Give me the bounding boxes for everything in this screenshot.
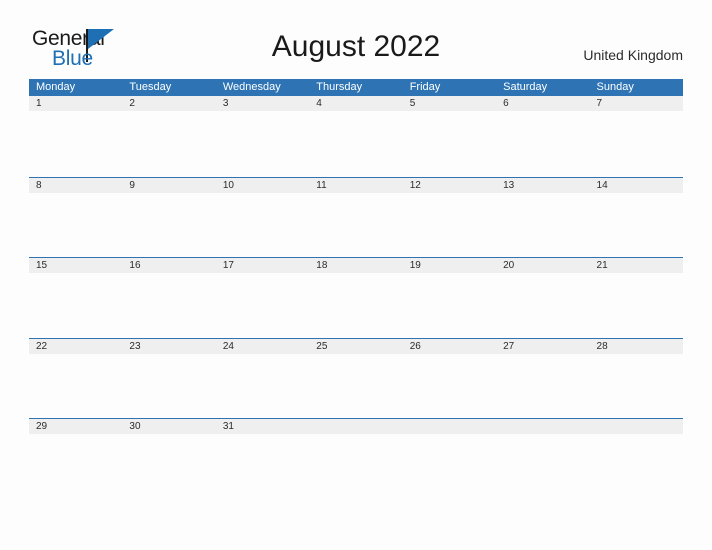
day-cell-empty [309, 419, 402, 434]
day-cell-empty [590, 419, 683, 434]
day-cell[interactable]: 14 [590, 178, 683, 193]
week-row: 1 2 3 4 5 6 7 [29, 96, 683, 177]
day-cell[interactable]: 6 [496, 96, 589, 111]
weekday-header-tuesday: Tuesday [129, 81, 172, 93]
day-cell[interactable]: 5 [403, 96, 496, 111]
day-number-strip: 29 30 31 [29, 419, 683, 434]
day-cell[interactable]: 28 [590, 339, 683, 354]
country-label: United Kingdom [583, 47, 683, 63]
day-cell[interactable]: 26 [403, 339, 496, 354]
day-cell[interactable]: 17 [216, 258, 309, 273]
weekday-header-row: Monday Tuesday Wednesday Thursday Friday… [29, 79, 683, 96]
day-cell[interactable]: 30 [122, 419, 215, 434]
day-number-strip: 1 2 3 4 5 6 7 [29, 96, 683, 111]
day-cell[interactable]: 20 [496, 258, 589, 273]
week-event-area[interactable] [29, 273, 683, 338]
day-cell[interactable]: 29 [29, 419, 122, 434]
day-cell[interactable]: 16 [122, 258, 215, 273]
week-row: 29 30 31 [29, 418, 683, 499]
week-event-area[interactable] [29, 111, 683, 176]
weekday-header-sunday: Sunday [596, 81, 634, 93]
week-event-area[interactable] [29, 434, 683, 499]
day-cell[interactable]: 13 [496, 178, 589, 193]
day-cell[interactable]: 19 [403, 258, 496, 273]
day-cell[interactable]: 7 [590, 96, 683, 111]
weekday-header-wednesday: Wednesday [222, 81, 281, 93]
day-cell[interactable]: 2 [122, 96, 215, 111]
day-cell[interactable]: 1 [29, 96, 122, 111]
day-number-strip: 8 9 10 11 12 13 14 [29, 177, 683, 193]
day-number-strip: 15 16 17 18 19 20 21 [29, 258, 683, 273]
week-event-area[interactable] [29, 193, 683, 258]
week-row: 22 23 24 25 26 27 28 [29, 337, 683, 419]
week-event-area[interactable] [29, 354, 683, 419]
day-cell[interactable]: 8 [29, 178, 122, 193]
weekday-header-friday: Friday [409, 81, 441, 93]
day-cell[interactable]: 18 [309, 258, 402, 273]
day-cell[interactable]: 27 [496, 339, 589, 354]
day-cell[interactable]: 11 [309, 178, 402, 193]
weekday-header-thursday: Thursday [316, 81, 363, 93]
day-cell[interactable]: 23 [122, 339, 215, 354]
day-cell[interactable]: 10 [216, 178, 309, 193]
day-cell[interactable]: 12 [403, 178, 496, 193]
day-cell-empty [403, 419, 496, 434]
day-cell[interactable]: 21 [590, 258, 683, 273]
day-cell[interactable]: 15 [29, 258, 122, 273]
day-cell[interactable]: 24 [216, 339, 309, 354]
day-cell-empty [496, 419, 589, 434]
day-cell[interactable]: 31 [216, 419, 309, 434]
weekday-header-saturday: Saturday [503, 81, 548, 93]
calendar-page: General Blue August 2022 United Kingdom … [0, 0, 712, 550]
page-header: General Blue August 2022 United Kingdom [0, 0, 712, 78]
weekday-header-monday: Monday [36, 81, 76, 93]
day-cell[interactable]: 3 [216, 96, 309, 111]
day-cell[interactable]: 22 [29, 339, 122, 354]
day-cell[interactable]: 9 [122, 178, 215, 193]
day-cell[interactable]: 25 [309, 339, 402, 354]
day-number-strip: 22 23 24 25 26 27 28 [29, 338, 683, 354]
calendar-grid: Monday Tuesday Wednesday Thursday Friday… [29, 79, 683, 499]
day-cell[interactable]: 4 [309, 96, 402, 111]
week-row: 15 16 17 18 19 20 21 [29, 257, 683, 338]
week-row: 8 9 10 11 12 13 14 [29, 176, 683, 258]
